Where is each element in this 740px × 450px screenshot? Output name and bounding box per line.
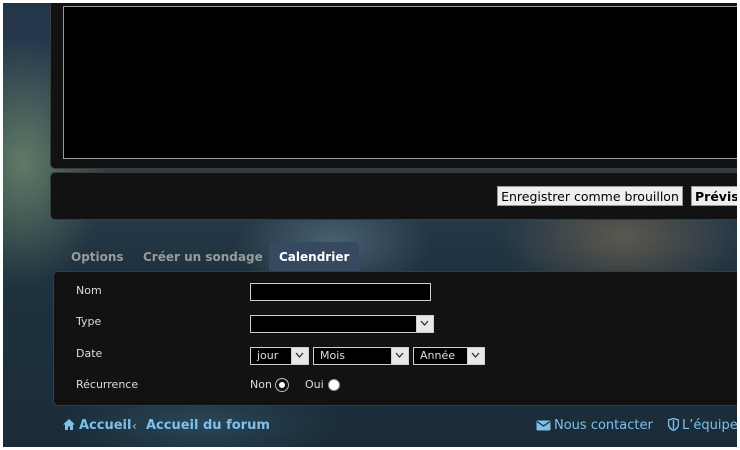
date-label: Date bbox=[76, 347, 103, 360]
recurrence-no-label: Non bbox=[250, 378, 272, 391]
chevron-down-icon bbox=[467, 348, 484, 364]
footer-home-label: Accueil bbox=[79, 418, 132, 433]
footer-team-link[interactable]: L’équipe bbox=[667, 417, 737, 435]
day-select[interactable]: jour bbox=[250, 347, 309, 365]
envelope-icon bbox=[536, 420, 551, 435]
tab-calendar[interactable]: Calendrier bbox=[269, 242, 360, 272]
recurrence-yes-radio[interactable] bbox=[328, 379, 340, 391]
type-label: Type bbox=[76, 315, 102, 328]
name-label: Nom bbox=[76, 284, 102, 297]
calendar-form-panel: Nom Type Date jour Mois Année Récurrence… bbox=[53, 271, 737, 406]
footer-home-link[interactable]: Accueil bbox=[62, 418, 131, 435]
footer-team-label: L’équipe bbox=[682, 418, 737, 433]
recurrence-yes-label: Oui bbox=[305, 378, 324, 391]
event-name-input[interactable] bbox=[250, 283, 431, 301]
save-draft-button[interactable]: Enregistrer comme brouillon bbox=[497, 186, 683, 206]
home-icon bbox=[62, 418, 76, 435]
tab-create-poll[interactable]: Créer un sondage bbox=[133, 242, 273, 272]
day-select-value: jour bbox=[257, 349, 279, 362]
recurrence-label: Récurrence bbox=[76, 378, 139, 391]
footer-contact-label: Nous contacter bbox=[554, 418, 653, 433]
year-select[interactable]: Année bbox=[413, 347, 485, 365]
shield-icon bbox=[667, 417, 680, 435]
year-select-value: Année bbox=[420, 349, 456, 362]
page-background: Enregistrer comme brouillon Prévis Optio… bbox=[3, 3, 737, 447]
submit-buttons-bar: Enregistrer comme brouillon Prévis bbox=[50, 172, 737, 220]
footer-forum-home-link[interactable]: Accueil du forum bbox=[146, 418, 270, 433]
event-type-select[interactable] bbox=[250, 315, 434, 333]
recurrence-no-radio[interactable] bbox=[276, 379, 288, 391]
message-editor-panel bbox=[50, 3, 737, 169]
month-select-value: Mois bbox=[320, 349, 346, 362]
tab-options[interactable]: Options bbox=[61, 242, 134, 272]
chevron-down-icon bbox=[416, 316, 433, 332]
chevron-down-icon bbox=[291, 348, 308, 364]
preview-button[interactable]: Prévis bbox=[691, 186, 737, 206]
message-textarea[interactable] bbox=[63, 6, 737, 159]
chevron-down-icon bbox=[391, 348, 408, 364]
month-select[interactable]: Mois bbox=[313, 347, 409, 365]
footer-contact-link[interactable]: Nous contacter bbox=[536, 418, 653, 435]
breadcrumb-separator: ‹ bbox=[132, 419, 137, 433]
